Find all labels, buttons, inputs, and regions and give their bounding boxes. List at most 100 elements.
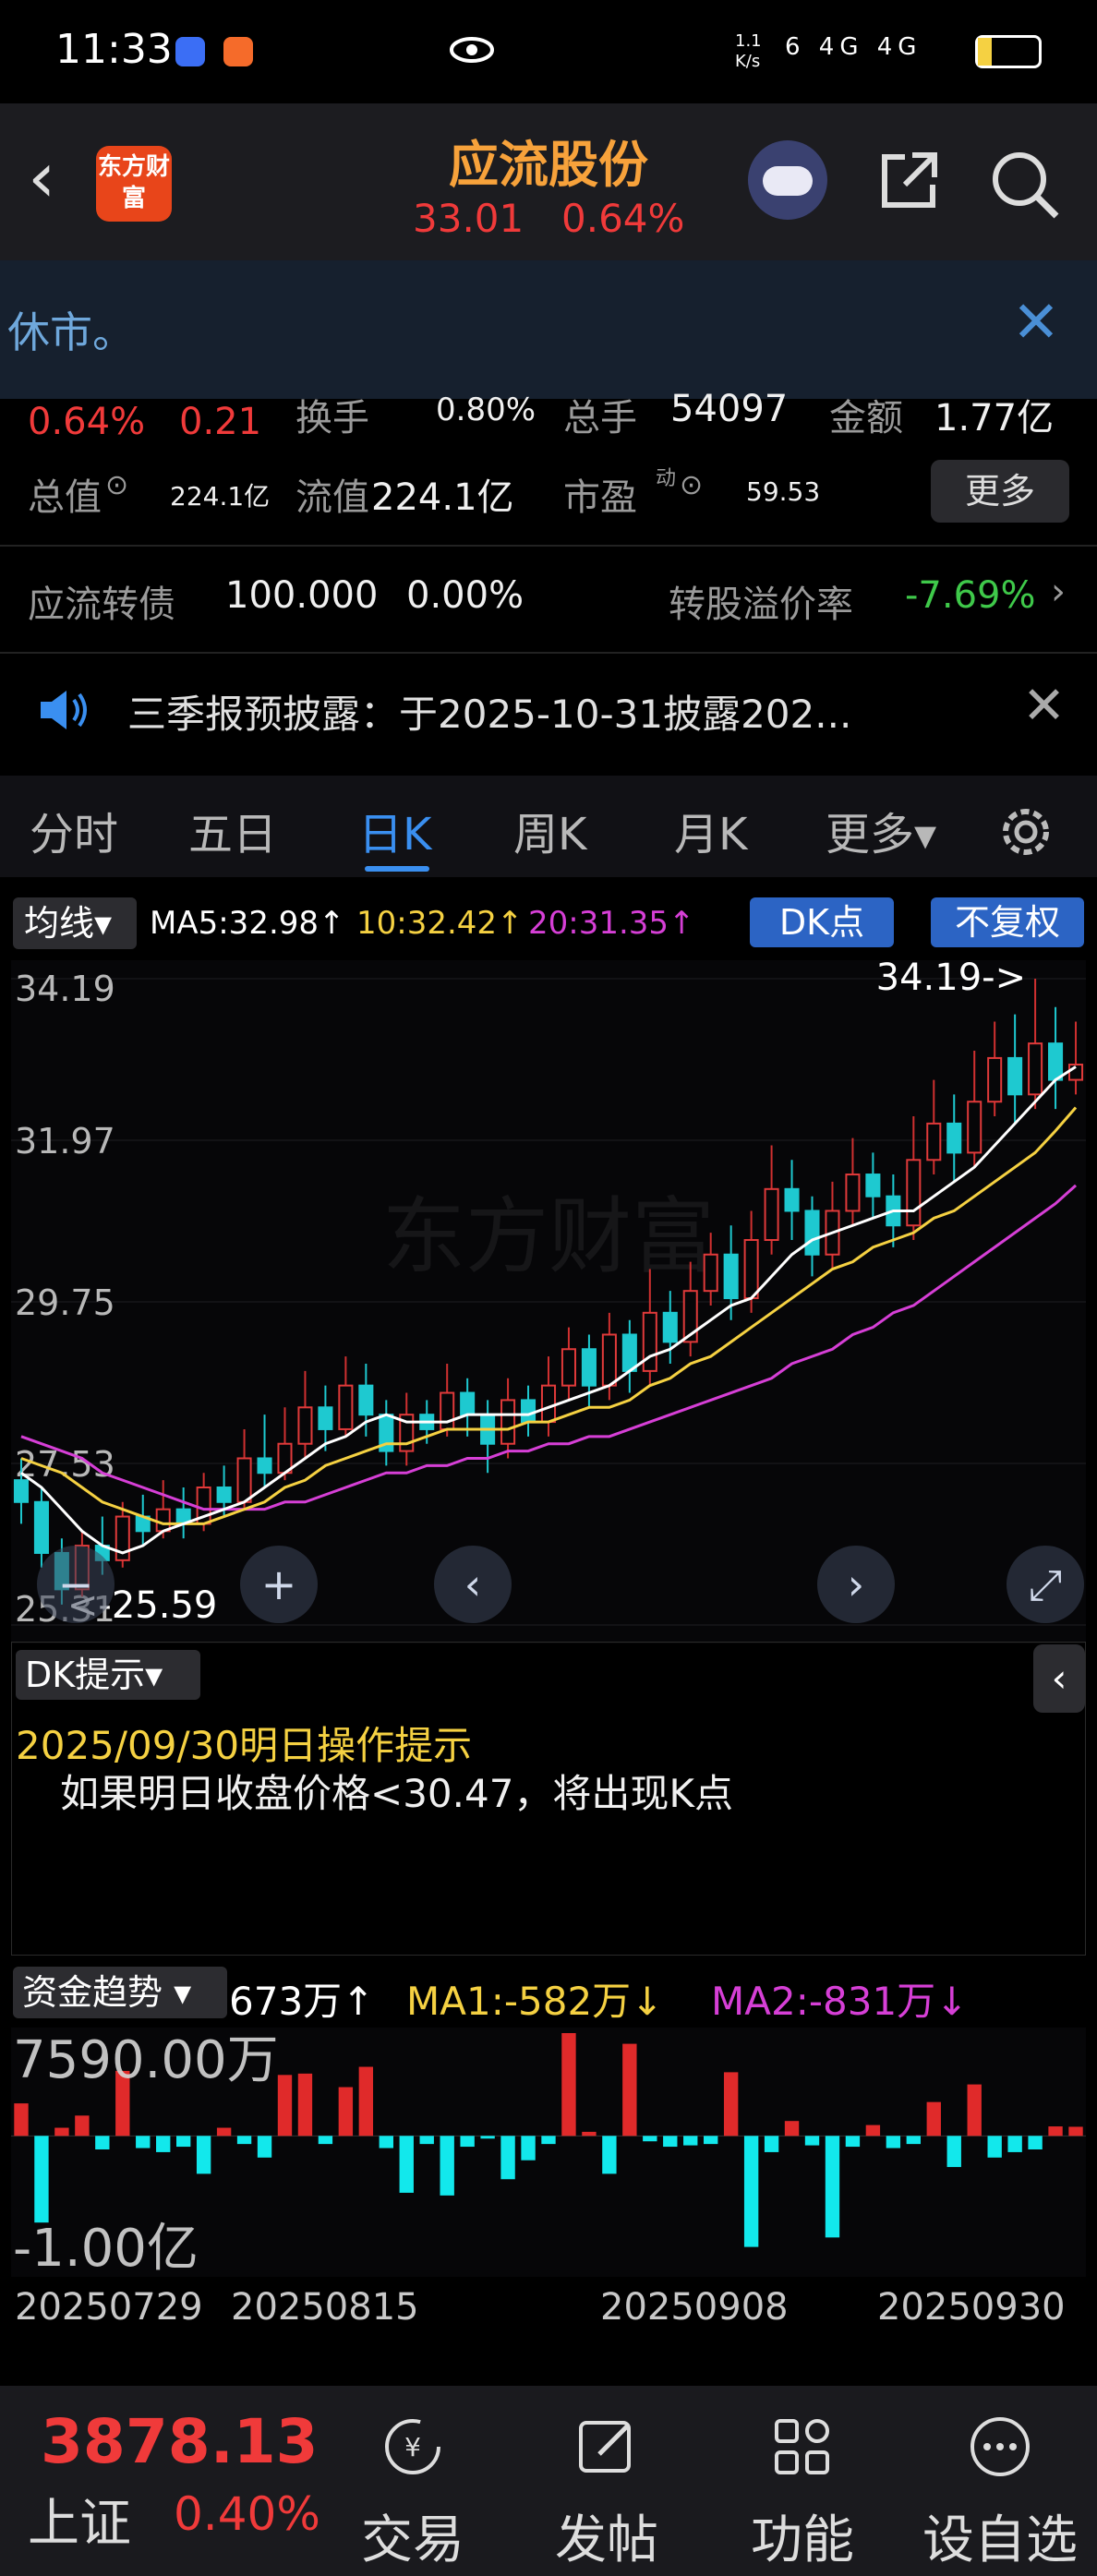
premium-label: 转股溢价率 bbox=[669, 584, 853, 626]
index-change-pct[interactable]: 0.40% bbox=[174, 2487, 320, 2541]
collapse-button[interactable]: ‹ bbox=[1033, 1644, 1085, 1713]
fund-bar bbox=[460, 2136, 475, 2148]
turnover-label: 换手 bbox=[295, 397, 369, 439]
fund-bar bbox=[946, 2136, 961, 2168]
app-notification-icon-2 bbox=[223, 37, 253, 66]
candle-body bbox=[460, 1391, 476, 1416]
candle-body bbox=[318, 1406, 333, 1430]
more-button[interactable]: 更多 bbox=[931, 460, 1069, 523]
y-tick-label: 31.97 bbox=[15, 1121, 115, 1162]
amount-value: 1.77亿 bbox=[934, 397, 1055, 439]
period-tabs: 分时 五日 日K 周K 月K 更多▾ bbox=[0, 776, 1097, 877]
info-icon-2: ⊙ bbox=[680, 469, 704, 501]
search-icon[interactable] bbox=[988, 148, 1062, 222]
share-icon[interactable] bbox=[877, 148, 942, 212]
date-label: 20250930 bbox=[877, 2286, 1066, 2329]
fund-ma2: MA2:-831万↓ bbox=[711, 1979, 969, 2024]
candle-body bbox=[358, 1384, 374, 1416]
gear-icon[interactable] bbox=[994, 800, 1058, 864]
add-watchlist-button[interactable]: 设自选 bbox=[922, 2386, 1079, 2576]
candle-body bbox=[521, 1399, 536, 1424]
fund-bar bbox=[480, 2136, 495, 2139]
change-amt: 0.21 bbox=[179, 401, 262, 443]
index-value[interactable]: 3878.13 bbox=[41, 2406, 319, 2477]
candle-body bbox=[500, 1399, 516, 1445]
index-name[interactable]: 上证 bbox=[28, 2482, 131, 2557]
svg-text:¥: ¥ bbox=[404, 2432, 421, 2462]
fund-bar bbox=[784, 2121, 800, 2137]
fund-bar bbox=[95, 2136, 110, 2149]
ma-selector[interactable]: 均线▾ bbox=[13, 897, 137, 949]
convertible-bond-row[interactable]: 应流转债 100.000 0.00% 转股溢价率 -7.69% › bbox=[0, 565, 1097, 635]
trade-button[interactable]: ¥ 交易 bbox=[334, 2386, 491, 2576]
dk-point-button[interactable]: DK点 bbox=[750, 897, 894, 947]
post-label: 发帖 bbox=[555, 2510, 658, 2570]
post-button[interactable]: 发帖 bbox=[528, 2386, 685, 2576]
candle-body bbox=[764, 1187, 779, 1241]
tab-five-day[interactable]: 五日 bbox=[188, 798, 277, 862]
tab-weekly-k[interactable]: 周K bbox=[513, 798, 586, 862]
candle-body bbox=[338, 1384, 354, 1430]
banner-text: 休市。 bbox=[7, 307, 135, 357]
volume-label: 总手 bbox=[563, 397, 637, 439]
fund-trend-selector[interactable]: 资金趋势 ▾ bbox=[13, 1967, 227, 2018]
news-close-button[interactable]: ✕ bbox=[1022, 676, 1066, 736]
eye-icon bbox=[450, 37, 494, 63]
news-ticker[interactable]: 三季报预披露：于2025-10-31披露202... ✕ bbox=[0, 674, 1097, 744]
zoom-in-glyph: + bbox=[261, 1559, 297, 1609]
fund-bar bbox=[582, 2131, 597, 2137]
ai-assistant-icon[interactable] bbox=[748, 140, 827, 220]
candle-body bbox=[804, 1210, 820, 1256]
bottom-bar: 3878.13 上证 0.40% ¥ 交易 发帖 功能 设自选 bbox=[0, 2386, 1097, 2576]
pe-label: 市盈 bbox=[563, 476, 637, 519]
candle-body bbox=[601, 1333, 617, 1387]
date-axis: 20250729 20250815 20250908 20250930 bbox=[0, 2286, 1097, 2341]
ma5-value: MA5:32.98↑ bbox=[150, 905, 345, 942]
fund-bar bbox=[987, 2136, 1002, 2158]
y-tick-label: 34.19 bbox=[15, 969, 115, 1009]
battery-icon: 20 bbox=[975, 35, 1042, 68]
candle-body bbox=[743, 1238, 759, 1300]
candle-body bbox=[297, 1406, 313, 1445]
grid-icon bbox=[775, 2419, 829, 2474]
fund-bar bbox=[34, 2136, 49, 2223]
candle-body bbox=[906, 1159, 922, 1227]
fund-current: 673万↑ bbox=[229, 1979, 375, 2024]
candle-body bbox=[926, 1122, 942, 1162]
candle-body bbox=[257, 1457, 272, 1475]
banner-close-button[interactable]: ✕ bbox=[1012, 288, 1060, 355]
status-bar: 11:33 1.1 K/s 6 4G 4G 20 bbox=[0, 0, 1097, 103]
tab-daily-k[interactable]: 日K bbox=[358, 798, 431, 862]
fund-bar bbox=[967, 2084, 982, 2137]
kline-chart[interactable]: 34.1931.9729.7527.5325.31东方财富34.19-><-25… bbox=[11, 960, 1086, 1643]
stock-price: 33.01 bbox=[413, 196, 524, 241]
fund-bar bbox=[541, 2136, 556, 2145]
ma-indicator-row: 均线▾ MA5:32.98↑ 10:32.42↑ 20:31.35↑ DK点 不… bbox=[0, 892, 1097, 953]
battery-level: 20 bbox=[991, 38, 1026, 66]
fund-bar bbox=[257, 2136, 272, 2158]
fund-bar bbox=[622, 2043, 637, 2137]
tab-more[interactable]: 更多▾ bbox=[826, 798, 936, 862]
tab-intraday[interactable]: 分时 bbox=[30, 798, 118, 862]
dk-hint-panel: DK提示▾ ‹ 2025/09/30明日操作提示 如果明日收盘价格<30.47，… bbox=[11, 1642, 1086, 1956]
candle-body bbox=[561, 1348, 576, 1387]
fund-trend-chart[interactable]: 7590.00万 -1.00亿 bbox=[11, 2028, 1086, 2277]
candle-body bbox=[440, 1391, 455, 1430]
zoom-out-glyph: − bbox=[58, 1559, 94, 1609]
candle-body bbox=[987, 1056, 1003, 1103]
fund-bar bbox=[156, 2136, 171, 2152]
fund-bar bbox=[297, 2073, 313, 2137]
high-price-label: 34.19-> bbox=[876, 960, 1026, 999]
premium-value: -7.69% bbox=[905, 574, 1036, 617]
trade-icon: ¥ bbox=[385, 2419, 440, 2474]
tab-monthly-k[interactable]: 月K bbox=[674, 798, 747, 862]
pe-sup: 动 bbox=[656, 467, 677, 490]
fund-bar bbox=[683, 2136, 698, 2146]
functions-button[interactable]: 功能 bbox=[724, 2386, 881, 2576]
dk-hint-selector[interactable]: DK提示▾ bbox=[16, 1650, 200, 1700]
fund-trend-title: 资金趋势 bbox=[22, 1972, 163, 2013]
fund-bar bbox=[764, 2136, 779, 2152]
no-adjust-button[interactable]: 不复权 bbox=[931, 897, 1084, 947]
fund-bar bbox=[521, 2136, 536, 2161]
fullscreen-glyph: ⤢ bbox=[1029, 1559, 1063, 1609]
